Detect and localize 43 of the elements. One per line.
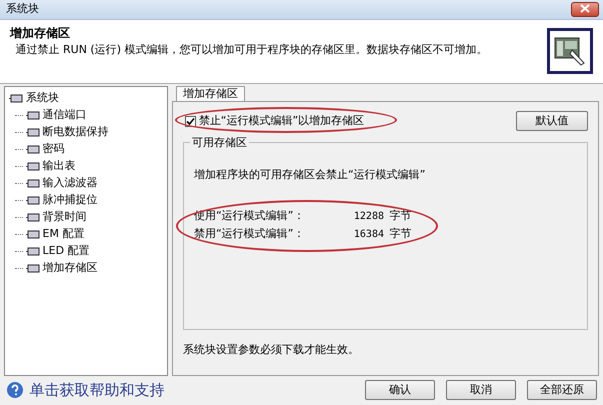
module-icon (26, 145, 40, 154)
module-icon (26, 247, 40, 256)
tree-item[interactable]: 脉冲捕捉位 (42, 192, 98, 209)
stat-label: 禁用“运行模式编辑”： (194, 226, 306, 242)
close-icon (580, 4, 590, 14)
module-icon (26, 264, 40, 273)
tree-item[interactable]: 通信端口 (42, 107, 86, 124)
stat-unit: 字节 (390, 208, 412, 224)
tree-item[interactable]: 输出表 (42, 158, 76, 175)
note-text: 增加程序块的可用存储区会禁止“运行模式编辑” (194, 167, 426, 183)
stat-value: 12288 (352, 210, 384, 224)
tree-item[interactable]: 背景时间 (42, 209, 86, 226)
help-link[interactable]: 单击获取帮助和支持 (30, 378, 164, 402)
module-icon (26, 196, 40, 205)
tree-item[interactable]: 断电数据保持 (42, 124, 108, 141)
close-button[interactable] (571, 2, 599, 17)
checkbox[interactable] (185, 116, 196, 126)
tree-item[interactable]: 系统块 (26, 90, 59, 107)
tree-item[interactable]: EM 配置 (42, 226, 84, 243)
tree-item[interactable]: LED 配置 (42, 243, 90, 260)
dialog-button[interactable]: 确认 (365, 380, 435, 400)
tab[interactable]: 增加存储区 (176, 86, 245, 101)
stat-value: 16384 (352, 228, 384, 242)
module-icon (26, 179, 40, 188)
header-description: 通过禁止 RUN (运行) 模式编辑，您可以增加可用于程序块的存储区里。数据块存储区不可增加。 (14, 42, 488, 58)
module-icon (26, 128, 40, 137)
header-title: 增加存储区 (10, 25, 71, 42)
dialog-button[interactable]: 全部还原 (527, 380, 597, 400)
module-icon (26, 213, 40, 222)
default-button[interactable]: 默认值 (516, 111, 588, 131)
window-title: 系统块 (6, 1, 39, 18)
tree-item[interactable]: 增加存储区 (42, 260, 98, 277)
checkbox-label: 禁止“运行模式编辑”以增加存储区 (198, 112, 364, 129)
module-icon (26, 111, 40, 120)
tree-item[interactable]: 输入滤波器 (42, 175, 98, 192)
module-icon (26, 230, 40, 239)
footer-note: 系统块设置参数必须下载才能生效。 (183, 342, 360, 358)
system-block-icon (547, 28, 593, 74)
help-icon[interactable] (6, 381, 24, 399)
module-icon (26, 162, 40, 171)
tree-item[interactable]: 密码 (42, 141, 64, 158)
stat-unit: 字节 (390, 226, 412, 242)
dialog-button[interactable]: 取消 (446, 380, 516, 400)
